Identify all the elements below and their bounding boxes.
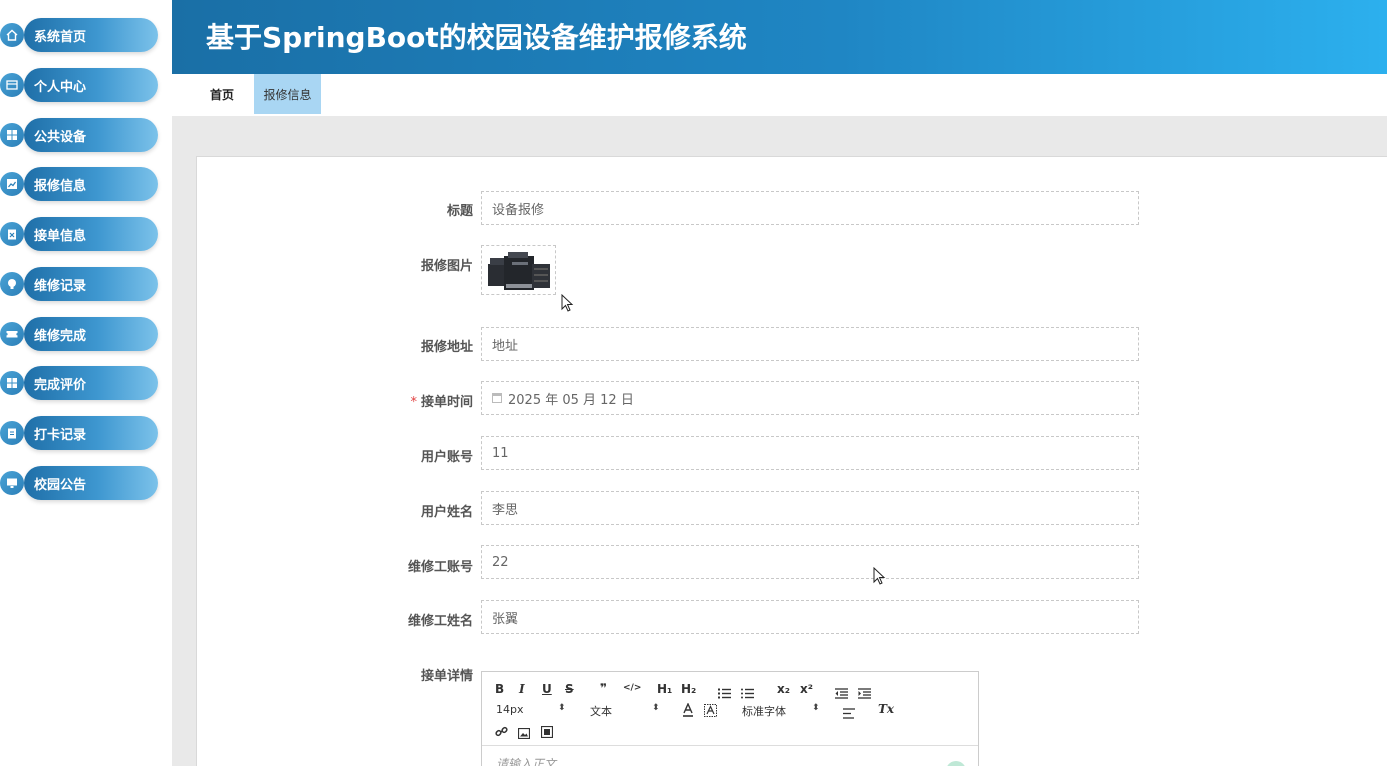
- grammar-badge-icon: [946, 761, 966, 766]
- mouse-cursor-icon: [561, 294, 574, 312]
- h1-button[interactable]: H₁: [657, 682, 672, 696]
- mouse-cursor-icon: [873, 567, 886, 585]
- font-family-select[interactable]: 标准字体: [742, 703, 786, 719]
- sidebar-item-checkin[interactable]: 打卡记录: [0, 416, 160, 450]
- card-icon: [0, 73, 24, 97]
- indent-icon[interactable]: [858, 684, 871, 703]
- monitor-icon: [0, 471, 24, 495]
- tab-home[interactable]: 首页: [194, 74, 250, 114]
- clipboard-icon: [0, 421, 24, 445]
- order-time-input[interactable]: 2025 年 05 月 12 日: [481, 381, 1139, 415]
- italic-button[interactable]: I: [519, 682, 525, 696]
- detail-label: 接单详情: [420, 669, 473, 684]
- font-color-icon[interactable]: [682, 702, 694, 721]
- outdent-icon[interactable]: [835, 684, 848, 703]
- title-label: 标题: [446, 204, 473, 219]
- subscript-button[interactable]: x₂: [777, 682, 790, 696]
- clipboard-x-icon: [0, 222, 24, 246]
- worker-account-input[interactable]: 22: [481, 545, 1139, 579]
- clean-format-button[interactable]: Tx: [878, 702, 894, 716]
- superscript-button[interactable]: x²: [800, 682, 813, 696]
- sidebar-item-label: 系统首页: [34, 29, 87, 45]
- required-mark: *: [410, 395, 417, 410]
- tab-bar: 首页 报修信息: [172, 74, 1387, 116]
- user-name-input[interactable]: 李思: [481, 491, 1139, 525]
- order-time-value: 2025 年 05 月 12 日: [508, 392, 634, 408]
- worker-account-value: 22: [492, 554, 509, 570]
- worker-name-label: 维修工姓名: [407, 614, 473, 629]
- editor-toolbar: B I U S ❞ </> H₁ H₂ x₂ x² 14px ⬍ 文本 ⬍ 标准…: [482, 672, 978, 746]
- tab-repair-info[interactable]: 报修信息: [254, 74, 321, 114]
- h2-button[interactable]: H₂: [681, 682, 696, 696]
- address-input[interactable]: 地址: [481, 327, 1139, 361]
- printer-image: [482, 246, 555, 294]
- app-header: 基于SpringBoot的校园设备维护报修系统: [172, 0, 1387, 74]
- editor-placeholder: 请输入正文...: [496, 757, 568, 766]
- sidebar-item-label: 接单信息: [34, 228, 87, 244]
- repair-image-label: 报修图片: [420, 259, 473, 274]
- code-button[interactable]: </>: [623, 683, 641, 693]
- user-name-value: 李思: [492, 502, 519, 518]
- title-input[interactable]: 设备报修: [481, 191, 1139, 225]
- ticket-icon: [0, 322, 24, 346]
- user-account-value: 11: [492, 445, 509, 461]
- bulb-icon: [0, 272, 24, 296]
- bold-button[interactable]: B: [495, 682, 504, 696]
- address-label: 报修地址: [420, 340, 473, 355]
- underline-button[interactable]: U: [542, 682, 552, 696]
- sidebar-item-label: 完成评价: [34, 377, 87, 393]
- worker-name-value: 张翼: [492, 611, 519, 627]
- user-name-label: 用户姓名: [420, 505, 473, 520]
- sidebar-item-label: 维修记录: [34, 278, 87, 294]
- app-title: 基于SpringBoot的校园设备维护报修系统: [206, 21, 747, 54]
- chart-icon: [0, 172, 24, 196]
- sidebar-item-repair-records[interactable]: 维修记录: [0, 267, 160, 301]
- worker-name-input[interactable]: 张翼: [481, 600, 1139, 634]
- font-size-caret-icon: ⬍: [558, 703, 566, 713]
- align-icon[interactable]: [843, 704, 855, 723]
- grid-icon: [0, 371, 24, 395]
- sidebar-item-repair-done[interactable]: 维修完成: [0, 317, 160, 351]
- bullet-list-icon[interactable]: [741, 684, 754, 703]
- strike-button[interactable]: S: [565, 682, 574, 696]
- sidebar-item-order-info[interactable]: 接单信息: [0, 217, 160, 251]
- header-caret-icon: ⬍: [652, 703, 660, 713]
- quote-button[interactable]: ❞: [600, 681, 607, 695]
- rich-text-editor[interactable]: B I U S ❞ </> H₁ H₂ x₂ x² 14px ⬍ 文本 ⬍ 标准…: [481, 671, 979, 766]
- sidebar-item-announcement[interactable]: 校园公告: [0, 466, 160, 500]
- image-icon[interactable]: [517, 724, 531, 743]
- sidebar-item-label: 校园公告: [34, 477, 87, 493]
- font-size-select[interactable]: 14px: [496, 703, 524, 716]
- sidebar-item-label: 维修完成: [34, 328, 87, 344]
- home-icon: [0, 23, 24, 47]
- order-time-label-text: 接单时间: [420, 395, 473, 410]
- calendar-icon: [492, 393, 502, 403]
- worker-account-label: 维修工账号: [407, 560, 473, 575]
- address-value: 地址: [492, 338, 519, 354]
- sidebar-item-label: 打卡记录: [34, 427, 87, 443]
- header-select[interactable]: 文本: [590, 703, 612, 719]
- font-family-caret-icon: ⬍: [812, 703, 820, 713]
- sidebar-item-profile[interactable]: 个人中心: [0, 68, 160, 102]
- sidebar-item-home[interactable]: 系统首页: [0, 18, 160, 52]
- sidebar-item-label: 报修信息: [34, 178, 87, 194]
- grid-icon: [0, 123, 24, 147]
- sidebar: 系统首页 个人中心 公共设备 报修信息 接单信息 维修记录 维修完成 完成评价 …: [0, 0, 172, 766]
- sidebar-item-repair-info[interactable]: 报修信息: [0, 167, 160, 201]
- video-icon[interactable]: [540, 723, 554, 742]
- link-icon[interactable]: [495, 723, 508, 742]
- sidebar-item-label: 公共设备: [34, 129, 87, 145]
- sidebar-item-public-equipment[interactable]: 公共设备: [0, 118, 160, 152]
- repair-image-upload[interactable]: [481, 245, 556, 295]
- sidebar-item-label: 个人中心: [34, 79, 87, 95]
- background-color-icon[interactable]: [704, 702, 717, 721]
- ordered-list-icon[interactable]: [718, 684, 731, 703]
- user-account-label: 用户账号: [420, 450, 473, 465]
- title-value: 设备报修: [492, 202, 545, 218]
- sidebar-item-evaluation[interactable]: 完成评价: [0, 366, 160, 400]
- user-account-input[interactable]: 11: [481, 436, 1139, 470]
- order-time-label: * 接单时间: [273, 391, 473, 410]
